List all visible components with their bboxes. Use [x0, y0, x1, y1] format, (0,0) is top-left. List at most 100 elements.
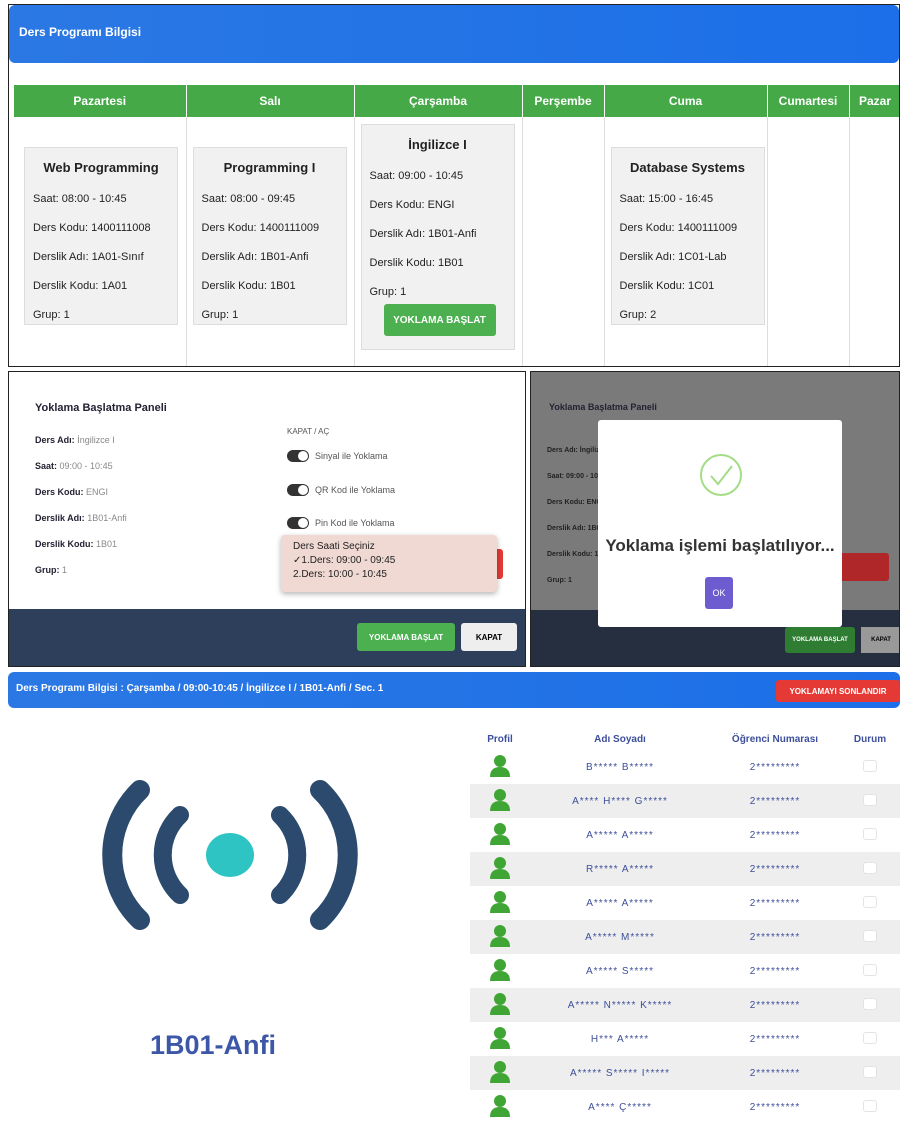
student-name: A***** A***** [586, 897, 654, 909]
course-room-code: Derslik Kodu: 1B01 [201, 280, 296, 292]
panel-title: Yoklama Başlatma Paneli [549, 402, 657, 412]
dropdown-option[interactable]: ✓1.Ders: 09:00 - 09:45 [293, 555, 485, 566]
course-group: Grup: 1 [369, 286, 407, 298]
toggle-switch-icon[interactable] [287, 484, 309, 496]
course-card[interactable]: Programming I Saat: 08:00 - 09:45 Ders K… [192, 147, 347, 325]
col-status: Durum [853, 733, 887, 745]
user-avatar-icon [490, 788, 510, 811]
dropdown-title: Ders Saati Seçiniz [293, 541, 375, 552]
status-checkbox[interactable] [840, 1065, 900, 1081]
course-room-name: Derslik Adı: 1B01-Anfi [369, 228, 477, 240]
toggle-pin[interactable]: Pin Kod ile Yoklama [287, 517, 395, 529]
course-room-name: Derslik Adı: 1C01-Lab [619, 251, 727, 263]
user-avatar-icon [490, 958, 510, 981]
dropdown-option[interactable]: 2.Ders: 10:00 - 10:45 [293, 569, 485, 580]
status-checkbox[interactable] [840, 929, 900, 945]
course-group: Grup: 1 [33, 309, 70, 321]
close-button[interactable]: KAPAT [861, 627, 899, 653]
day-cell: Web Programming Saat: 08:00 - 10:45 Ders… [14, 117, 187, 366]
day-cell [522, 117, 605, 366]
day-header: Pazartesi [14, 85, 187, 117]
schedule-header: Ders Programı Bilgisi [9, 5, 899, 63]
day-header: Cumartesi [767, 85, 850, 117]
info-room-code: Derslik Kodu: 1B01 [35, 539, 118, 549]
course-code: Ders Kodu: 1400111009 [201, 222, 320, 234]
table-row: A***** S***** 2********* [470, 954, 900, 988]
course-room-code: Derslik Kodu: 1A01 [33, 280, 128, 292]
day-header: Salı [186, 85, 355, 117]
status-checkbox[interactable] [840, 827, 900, 843]
course-card[interactable]: Web Programming Saat: 08:00 - 10:45 Ders… [24, 147, 178, 325]
course-card[interactable]: Database Systems Saat: 15:00 - 16:45 Der… [610, 147, 765, 325]
toggle-switch-icon[interactable] [287, 450, 309, 462]
status-checkbox[interactable] [840, 997, 900, 1013]
student-number: 2********* [749, 931, 801, 943]
toggle-header: KAPAT / AÇ [287, 427, 330, 436]
status-checkbox[interactable] [840, 1031, 900, 1047]
student-number: 2********* [749, 897, 801, 909]
student-number: 2********* [749, 863, 801, 875]
student-number: 2********* [749, 829, 801, 841]
start-attendance-button[interactable]: YOKLAMA BAŞLAT [383, 304, 496, 336]
col-name: Adı Soyadı [594, 733, 646, 745]
close-button[interactable]: KAPAT [461, 623, 517, 651]
student-number: 2********* [749, 1033, 801, 1045]
start-attendance-button[interactable]: YOKLAMA BAŞLAT [785, 627, 855, 653]
avatar [470, 1093, 530, 1122]
toggle-signal[interactable]: Sinyal ile Yoklama [287, 450, 388, 462]
course-time: Saat: 08:00 - 09:45 [201, 193, 296, 205]
table-row: B***** B***** 2********* [470, 750, 900, 784]
student-name: A***** N***** K***** [567, 999, 673, 1011]
start-attendance-button[interactable]: YOKLAMA BAŞLAT [357, 623, 455, 651]
avatar [470, 1059, 530, 1088]
student-name: A**** H**** G***** [572, 795, 668, 807]
day-cell [849, 117, 899, 366]
avatar [470, 787, 530, 816]
user-avatar-icon [490, 856, 510, 879]
student-name: A**** Ç***** [588, 1101, 652, 1113]
day-cell [767, 117, 850, 366]
toggle-switch-icon[interactable] [287, 517, 309, 529]
table-row: A**** H**** G***** 2********* [470, 784, 900, 818]
course-group: Grup: 1 [201, 309, 239, 321]
end-attendance-button[interactable]: YOKLAMAYI SONLANDIR [776, 680, 900, 702]
user-avatar-icon [490, 1094, 510, 1117]
info-group: Grup: 1 [35, 565, 68, 575]
avatar [470, 821, 530, 850]
course-room-code: Derslik Kodu: 1B01 [369, 257, 464, 269]
table-row: A***** A***** 2********* [470, 886, 900, 920]
status-checkbox[interactable] [840, 895, 900, 911]
success-check-icon [700, 454, 742, 496]
student-name: A***** S***** [585, 965, 655, 977]
table-row: A***** A***** 2********* [470, 818, 900, 852]
status-checkbox[interactable] [840, 1099, 900, 1115]
user-avatar-icon [490, 754, 510, 777]
avatar [470, 1025, 530, 1054]
course-time: Saat: 09:00 - 10:45 [369, 170, 464, 182]
status-checkbox[interactable] [840, 759, 900, 775]
student-name: A***** M***** [585, 931, 655, 943]
course-room-name: Derslik Adı: 1B01-Anfi [201, 251, 309, 263]
panel-footer: YOKLAMA BAŞLAT KAPAT [9, 609, 525, 666]
room-name: 1B01-Anfi [150, 1030, 277, 1060]
info-course-code: Ders Kodu: ENGI [35, 487, 109, 497]
avatar [470, 855, 530, 884]
status-checkbox[interactable] [840, 861, 900, 877]
student-name: A***** S***** I***** [569, 1067, 671, 1079]
student-number: 2********* [749, 999, 801, 1011]
attendance-start-panel: Yoklama Başlatma Paneli Ders Adı: İngili… [8, 371, 526, 667]
user-avatar-icon [490, 1060, 510, 1083]
status-checkbox[interactable] [840, 963, 900, 979]
day-header: Perşembe [522, 85, 605, 117]
course-title: Web Programming [43, 160, 159, 175]
panel-title: Yoklama Başlatma Paneli [35, 402, 167, 414]
info-time: Saat: 09:00 - 10:45 [35, 461, 113, 471]
avatar [470, 991, 530, 1020]
course-time: Saat: 08:00 - 10:45 [33, 193, 127, 205]
toggle-qr[interactable]: QR Kod ile Yoklama [287, 484, 395, 496]
table-row: R***** A***** 2********* [470, 852, 900, 886]
lesson-hour-dropdown[interactable]: Ders Saati Seçiniz ✓1.Ders: 09:00 - 09:4… [281, 535, 497, 592]
ok-button[interactable]: OK [705, 577, 733, 609]
course-card[interactable]: İngilizce I Saat: 09:00 - 10:45 Ders Kod… [360, 124, 515, 350]
status-checkbox[interactable] [840, 793, 900, 809]
